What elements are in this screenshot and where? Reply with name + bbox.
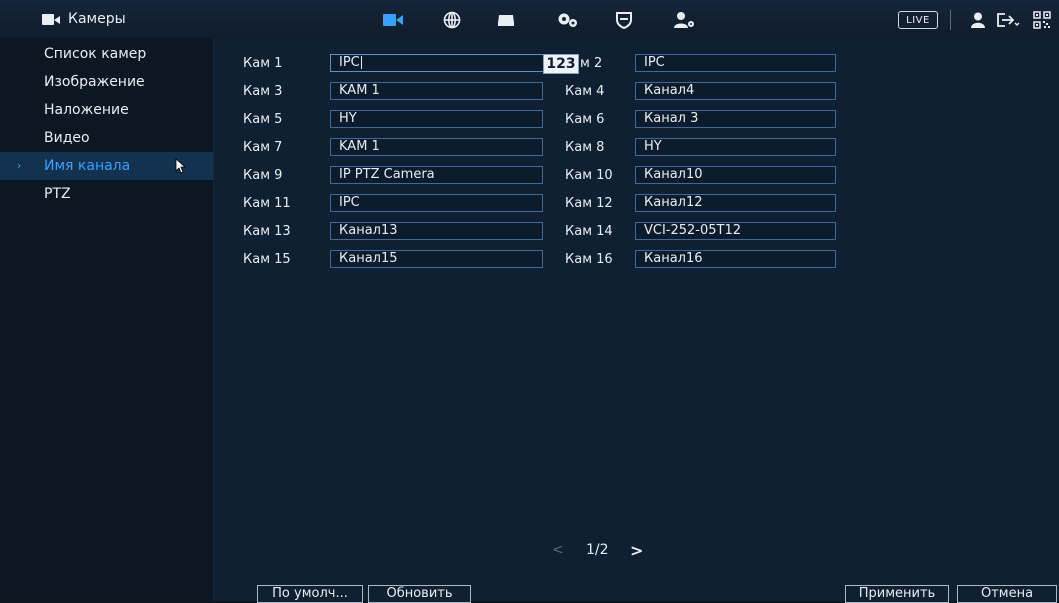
apply-button[interactable]: Применить bbox=[845, 585, 949, 603]
channel-name-input[interactable]: Канал16 bbox=[635, 250, 836, 268]
refresh-button[interactable]: Обновить bbox=[368, 585, 471, 603]
sidebar-item-label: Изображение bbox=[44, 74, 145, 90]
channel-name-input[interactable]: KAM 1 bbox=[330, 82, 543, 100]
sidebar-item-video[interactable]: Видео bbox=[0, 124, 213, 152]
nav-network-icon[interactable] bbox=[440, 10, 464, 30]
channel-name-input[interactable]: Канал12 bbox=[635, 194, 836, 212]
nav-security-shield-icon[interactable] bbox=[612, 10, 636, 30]
default-button[interactable]: По умолч... bbox=[257, 585, 363, 603]
nav-system-settings-icon[interactable] bbox=[556, 10, 580, 30]
channel-label: м 2 bbox=[580, 56, 603, 71]
sidebar-item-channel-name[interactable]: › Имя канала bbox=[0, 152, 213, 180]
previous-page-button[interactable]: < bbox=[552, 542, 564, 558]
sidebar-item-image[interactable]: Изображение bbox=[0, 68, 213, 96]
channel-name-input[interactable]: Канал15 bbox=[330, 250, 543, 268]
channel-name-input[interactable]: Канал13 bbox=[330, 222, 543, 240]
pagination: < 1/2 > bbox=[0, 540, 1059, 560]
sidebar-item-overlay[interactable]: Наложение bbox=[0, 96, 213, 124]
channel-label: Кам 9 bbox=[243, 168, 283, 183]
channel-label: Кам 14 bbox=[565, 224, 613, 239]
header-title-group: Камеры bbox=[42, 9, 126, 29]
sidebar-item-label: Видео bbox=[44, 130, 90, 146]
channel-label: Кам 10 bbox=[565, 168, 613, 183]
channel-label: Кам 4 bbox=[565, 84, 605, 99]
channel-name-input[interactable]: IP PTZ Camera bbox=[330, 166, 543, 184]
channel-label: Кам 16 bbox=[565, 252, 613, 267]
channel-label: Кам 1 bbox=[243, 56, 283, 71]
chevron-right-icon: › bbox=[17, 159, 22, 172]
text-cursor bbox=[360, 56, 362, 69]
mouse-pointer-icon bbox=[175, 158, 187, 178]
page-title: Камеры bbox=[68, 11, 126, 27]
camera-icon bbox=[42, 13, 60, 25]
next-page-button[interactable]: > bbox=[630, 541, 643, 560]
channel-label: Кам 13 bbox=[243, 224, 291, 239]
channel-name-input[interactable]: VCI-252-05T12 bbox=[635, 222, 836, 240]
channel-name-input[interactable]: IPC bbox=[330, 54, 544, 72]
user-icon[interactable] bbox=[968, 10, 988, 30]
channel-label: Кам 15 bbox=[243, 252, 291, 267]
channel-name-input[interactable]: Канал10 bbox=[635, 166, 836, 184]
nav-account-settings-icon[interactable] bbox=[672, 10, 696, 30]
sidebar-item-label: Имя канала bbox=[44, 158, 131, 174]
sidebar-item-label: Список камер bbox=[44, 46, 147, 62]
channel-label: Кам 12 bbox=[565, 196, 613, 211]
channel-label: Кам 11 bbox=[243, 196, 291, 211]
sidebar-item-ptz[interactable]: PTZ bbox=[0, 180, 213, 208]
sidebar: Список камер Изображение Наложение Видео… bbox=[0, 38, 214, 601]
nav-camera-icon[interactable] bbox=[381, 10, 405, 30]
nav-storage-icon[interactable] bbox=[494, 10, 518, 30]
channel-name-input[interactable]: IPC bbox=[330, 194, 543, 212]
channel-name-input[interactable]: KAM 1 bbox=[330, 138, 543, 156]
page-indicator: 1/2 bbox=[586, 542, 609, 558]
channel-name-input[interactable]: IPC bbox=[635, 54, 836, 72]
cancel-button[interactable]: Отмена bbox=[957, 585, 1057, 603]
qr-code-icon[interactable] bbox=[1031, 10, 1053, 30]
top-bar: Камеры LIVE bbox=[0, 0, 1059, 39]
sidebar-item-label: Наложение bbox=[44, 102, 129, 118]
channel-name-input[interactable]: HY bbox=[330, 110, 543, 128]
channel-label: Кам 6 bbox=[565, 112, 605, 127]
channel-name-input[interactable]: Канал 3 bbox=[635, 110, 836, 128]
channel-name-input[interactable]: HY bbox=[635, 138, 836, 156]
channel-label: Кам 8 bbox=[565, 140, 605, 155]
sidebar-item-label: PTZ bbox=[44, 186, 71, 202]
channel-name-input[interactable]: Канал4 bbox=[635, 82, 836, 100]
sidebar-item-camera-list[interactable]: Список камер bbox=[0, 40, 213, 68]
live-button[interactable]: LIVE bbox=[898, 11, 938, 29]
input-method-badge[interactable]: 123 bbox=[543, 54, 579, 74]
divider bbox=[950, 10, 951, 30]
channel-label: Кам 5 bbox=[243, 112, 283, 127]
channel-label: Кам 7 bbox=[243, 140, 283, 155]
logout-icon[interactable] bbox=[995, 10, 1021, 30]
channel-label: Кам 3 bbox=[243, 84, 283, 99]
